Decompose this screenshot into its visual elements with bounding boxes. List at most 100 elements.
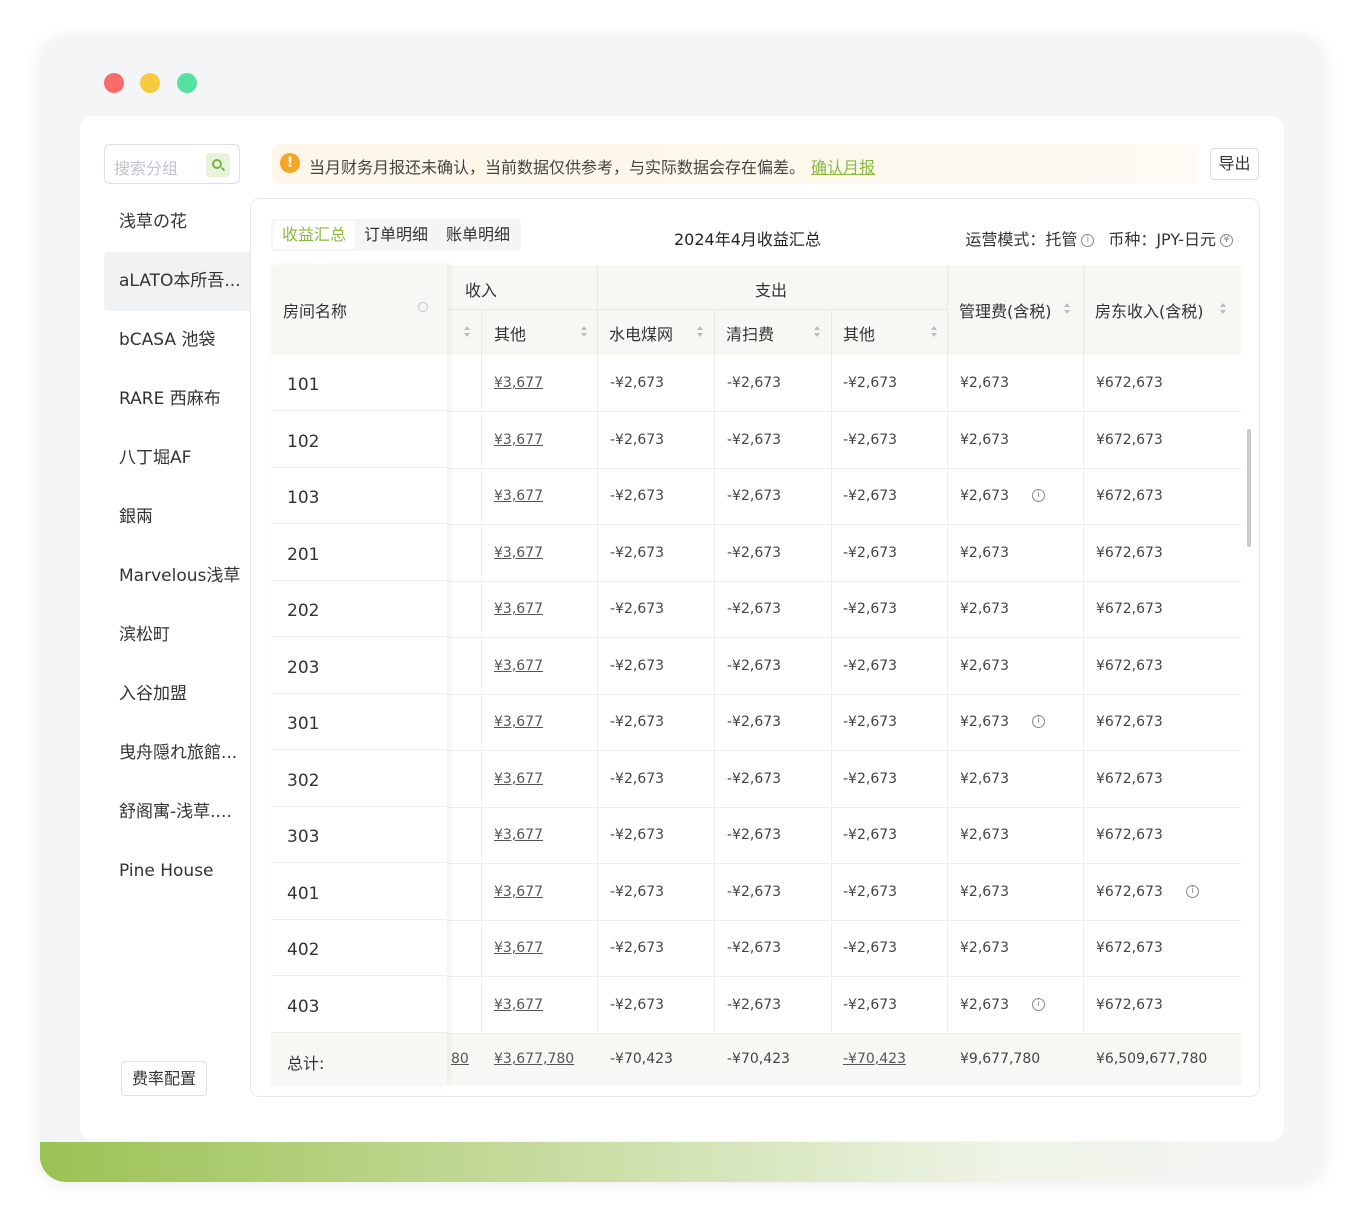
- cell-income-other[interactable]: ¥3,677: [494, 977, 543, 1033]
- decorative-gradient-bar: [40, 1142, 1324, 1182]
- cell-expense-other: -¥2,673: [843, 488, 898, 504]
- info-icon[interactable]: i: [1032, 997, 1045, 1011]
- sidebar-group-item[interactable]: Marvelous浅草: [104, 547, 250, 606]
- sidebar-group-item[interactable]: 八丁堀AF: [104, 429, 250, 488]
- filter-search-icon[interactable]: [418, 302, 428, 312]
- summary-panel: 收益汇总 订单明细 账单明细 2024年4月收益汇总 运营模式：托管 i 币种：JPY…: [250, 198, 1260, 1097]
- col-cleaning[interactable]: 清扫费: [714, 311, 831, 355]
- info-icon[interactable]: i: [1032, 489, 1045, 502]
- info-icon[interactable]: i: [1032, 715, 1045, 728]
- cell-mgmt: ¥2,673: [960, 657, 1009, 674]
- cell-owner: ¥672,673: [1096, 657, 1163, 674]
- rate-config-button[interactable]: 费率配置: [121, 1061, 207, 1096]
- col-utilities[interactable]: 水电煤网: [597, 311, 714, 355]
- cell-income-other[interactable]: ¥3,677: [494, 525, 543, 581]
- sort-icon[interactable]: [697, 326, 703, 338]
- cell-expense-other: -¥2,673: [843, 544, 898, 561]
- cell-utilities: -¥2,673: [610, 996, 665, 1013]
- sort-icon[interactable]: [814, 326, 820, 338]
- sidebar-group-item[interactable]: bCASA 池袋: [104, 311, 250, 370]
- sidebar-group-item[interactable]: RARE 西麻布: [104, 370, 250, 429]
- total-mgmt: ¥9,677,780: [960, 1051, 1041, 1067]
- cell-owner: ¥672,673: [1096, 431, 1163, 448]
- cell-cleaning: -¥2,673: [727, 714, 782, 730]
- cell-income-other[interactable]: ¥3,677: [494, 581, 543, 637]
- sort-icon[interactable]: [1220, 303, 1226, 315]
- col-income-other[interactable]: 其他: [481, 311, 597, 355]
- total-income-other[interactable]: ¥3,677,780: [494, 1033, 574, 1085]
- col-room-name[interactable]: 房间名称: [271, 265, 447, 355]
- sidebar-group-item[interactable]: Pine House: [104, 842, 250, 901]
- room-name-cell: 402: [271, 920, 447, 976]
- sort-icon[interactable]: [581, 326, 587, 338]
- group-list: 浅草の花 aLATO本所吾... bCASA 池袋 RARE 西麻布 八丁堀AF 銀兩 Ma…: [104, 193, 250, 901]
- col-mgmt-fee[interactable]: 管理费(含税): [947, 265, 1083, 355]
- export-button[interactable]: 导出: [1210, 148, 1259, 180]
- total-hidden-partial[interactable]: 80: [451, 1033, 469, 1085]
- cell-cleaning: -¥2,673: [727, 827, 782, 843]
- group-search[interactable]: 搜索分组: [104, 144, 240, 184]
- vertical-scrollbar[interactable]: [1247, 429, 1251, 547]
- currency: 币种：JPY-日元 ¥: [1108, 226, 1233, 250]
- cell-income-other[interactable]: ¥3,677: [494, 920, 543, 976]
- sidebar-group-item[interactable]: 銀兩: [104, 488, 250, 547]
- maximize-window-icon[interactable]: [177, 73, 197, 93]
- cell-income-other[interactable]: ¥3,677: [494, 694, 543, 750]
- sidebar-group-item[interactable]: 舒阁寓-浅草....: [104, 783, 250, 842]
- cell-owner: ¥672,673: [1096, 544, 1163, 561]
- cell-expense-other: -¥2,673: [843, 770, 898, 787]
- room-name-cell: 302: [271, 751, 447, 807]
- tab-1[interactable]: 订单明细: [355, 221, 437, 249]
- sort-icon[interactable]: [1064, 303, 1070, 315]
- confirm-report-link[interactable]: 确认月报: [811, 158, 875, 177]
- cell-owner: ¥672,673: [1096, 375, 1163, 391]
- cell-income-other[interactable]: ¥3,677: [494, 355, 543, 411]
- room-name-column: 房间名称 总计: 101 102 103 201 202 203 301 302 303 401 4…: [271, 265, 447, 1085]
- sidebar-group-item[interactable]: 浅草の花: [104, 193, 250, 252]
- cell-mgmt: ¥2,673: [960, 996, 1009, 1013]
- room-name-cell: 401: [271, 864, 447, 920]
- cell-utilities: -¥2,673: [610, 431, 665, 448]
- cell-cleaning: -¥2,673: [727, 488, 782, 504]
- room-name-cell: 201: [271, 525, 447, 581]
- total-utilities: -¥70,423: [610, 1051, 673, 1067]
- cell-owner: ¥672,673: [1096, 770, 1163, 787]
- cell-utilities: -¥2,673: [610, 883, 665, 900]
- room-name-cell: 301: [271, 694, 447, 750]
- cell-mgmt: ¥2,673: [960, 940, 1009, 956]
- tab-0[interactable]: 收益汇总: [273, 221, 356, 249]
- cell-utilities: -¥2,673: [610, 657, 665, 674]
- room-name-cell: 403: [271, 977, 447, 1033]
- cell-income-other[interactable]: ¥3,677: [494, 412, 543, 468]
- sort-icon[interactable]: [464, 326, 470, 338]
- cell-income-other[interactable]: ¥3,677: [494, 864, 543, 920]
- app-window: 搜索分组 浅草の花 aLATO本所吾... bCASA 池袋 RARE 西麻布 八丁堀A…: [40, 36, 1324, 1182]
- sidebar-group-item[interactable]: aLATO本所吾...: [104, 252, 250, 311]
- search-input[interactable]: 搜索分组: [114, 155, 178, 179]
- col-owner-income[interactable]: 房东收入(含税): [1083, 265, 1241, 355]
- cell-income-other[interactable]: ¥3,677: [494, 638, 543, 694]
- minimize-window-icon[interactable]: [140, 73, 160, 93]
- cell-mgmt: ¥2,673: [960, 770, 1009, 787]
- search-icon[interactable]: [206, 153, 230, 177]
- cell-income-other[interactable]: ¥3,677: [494, 807, 543, 863]
- room-name-cell: 203: [271, 638, 447, 694]
- cell-cleaning: -¥2,673: [727, 431, 782, 448]
- close-window-icon[interactable]: [104, 73, 124, 93]
- sidebar-group-item[interactable]: 入谷加盟: [104, 665, 250, 724]
- total-cleaning: -¥70,423: [727, 1051, 790, 1067]
- currency-switch-icon[interactable]: ¥: [1220, 234, 1233, 247]
- cell-income-other[interactable]: ¥3,677: [494, 751, 543, 807]
- sidebar-group-item[interactable]: 滨松町: [104, 606, 250, 665]
- cell-income-other[interactable]: ¥3,677: [494, 468, 543, 524]
- sidebar-group-item[interactable]: 曳舟隠れ旅館...: [104, 724, 250, 783]
- cell-mgmt: ¥2,673: [960, 544, 1009, 561]
- cell-utilities: -¥2,673: [610, 544, 665, 561]
- panel-title: 2024年4月收益汇总: [674, 230, 821, 249]
- total-expense-other[interactable]: -¥70,423: [843, 1033, 906, 1085]
- sort-icon[interactable]: [931, 326, 937, 338]
- info-icon[interactable]: i: [1186, 884, 1199, 898]
- info-icon[interactable]: i: [1081, 234, 1095, 247]
- col-expense-other[interactable]: 其他: [831, 311, 947, 355]
- tab-2[interactable]: 账单明细: [437, 221, 519, 249]
